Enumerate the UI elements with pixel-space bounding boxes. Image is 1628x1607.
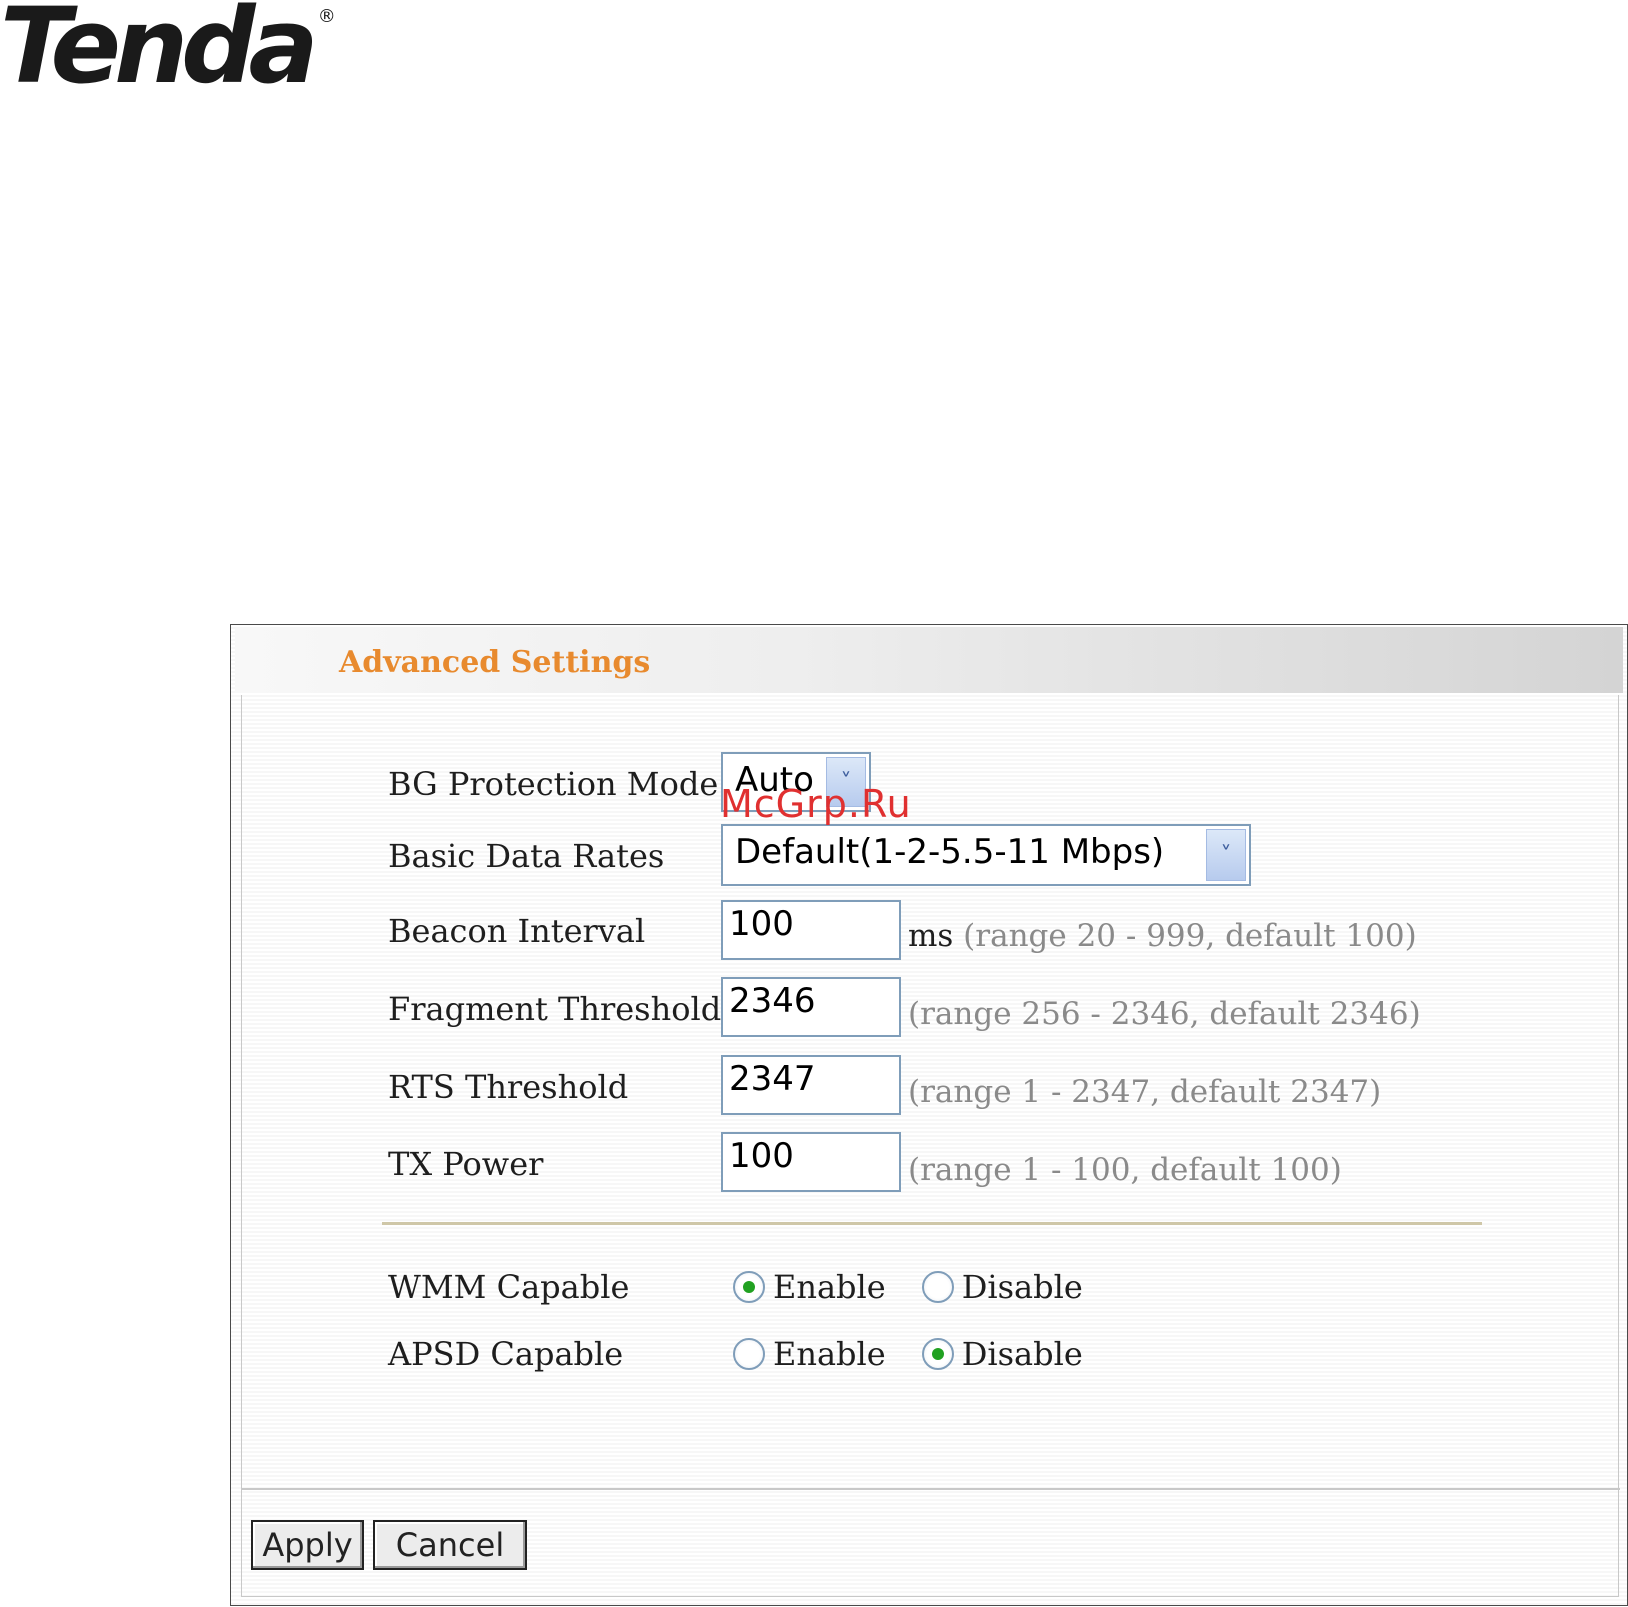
fragment-threshold-hint: (range 256 - 2346, default 2346) [908, 996, 1421, 1032]
beacon-interval-label: Beacon Interval [388, 912, 646, 950]
watermark-text: McGrp.Ru [720, 782, 912, 826]
panel-title: Advanced Settings [339, 645, 651, 680]
logo-text: Tenda [0, 0, 319, 107]
wmm-capable-label: WMM Capable [388, 1268, 630, 1306]
fragment-threshold-input[interactable]: 2346 [721, 977, 901, 1037]
apsd-disable-label: Disable [961, 1335, 1083, 1373]
wmm-radio-group: Enable Disable [733, 1268, 1119, 1306]
fragment-threshold-label: Fragment Threshold [388, 990, 722, 1028]
rts-threshold-hint: (range 1 - 2347, default 2347) [908, 1074, 1382, 1110]
tx-power-label: TX Power [388, 1145, 544, 1183]
bg-protection-label: BG Protection Mode [388, 765, 719, 803]
wmm-disable-radio[interactable] [921, 1271, 954, 1303]
beacon-range: (range 20 - 999, default 100) [963, 918, 1417, 954]
beacon-unit: ms [908, 918, 954, 954]
wmm-enable-radio[interactable] [733, 1271, 765, 1303]
apply-button[interactable]: Apply [251, 1520, 364, 1570]
section-divider [382, 1222, 1482, 1225]
button-bar-divider [242, 1488, 1620, 1490]
rts-threshold-input[interactable]: 2347 [721, 1055, 901, 1115]
tx-power-hint: (range 1 - 100, default 100) [908, 1152, 1342, 1188]
cancel-button[interactable]: Cancel [373, 1520, 527, 1570]
rts-threshold-label: RTS Threshold [388, 1068, 629, 1106]
basic-data-rates-select[interactable]: Default(1-2-5.5-11 Mbps) ˅ [721, 824, 1251, 886]
tx-power-input[interactable]: 100 [721, 1132, 901, 1192]
apsd-disable-option[interactable]: Disable [921, 1335, 1083, 1373]
beacon-interval-input[interactable]: 100 [721, 900, 901, 960]
wmm-disable-option[interactable]: Disable [921, 1268, 1083, 1306]
apsd-capable-label: APSD Capable [388, 1335, 624, 1373]
registered-mark: ® [317, 6, 336, 27]
apsd-enable-radio[interactable] [733, 1338, 765, 1370]
tenda-logo: Tenda ® [0, 0, 336, 98]
apsd-enable-label: Enable [773, 1335, 886, 1373]
wmm-enable-option[interactable]: Enable [733, 1268, 886, 1306]
apsd-enable-option[interactable]: Enable [733, 1335, 886, 1373]
apsd-radio-group: Enable Disable [733, 1335, 1119, 1373]
beacon-interval-hint: ms (range 20 - 999, default 100) [908, 918, 1417, 954]
wmm-enable-label: Enable [773, 1268, 886, 1306]
wmm-disable-label: Disable [961, 1268, 1083, 1306]
basic-data-rates-label: Basic Data Rates [388, 837, 665, 875]
basic-data-rates-value: Default(1-2-5.5-11 Mbps) [735, 832, 1165, 872]
apsd-disable-radio[interactable] [921, 1338, 954, 1370]
panel-header: Advanced Settings [235, 627, 1623, 693]
chevron-down-icon[interactable]: ˅ [1206, 829, 1246, 881]
